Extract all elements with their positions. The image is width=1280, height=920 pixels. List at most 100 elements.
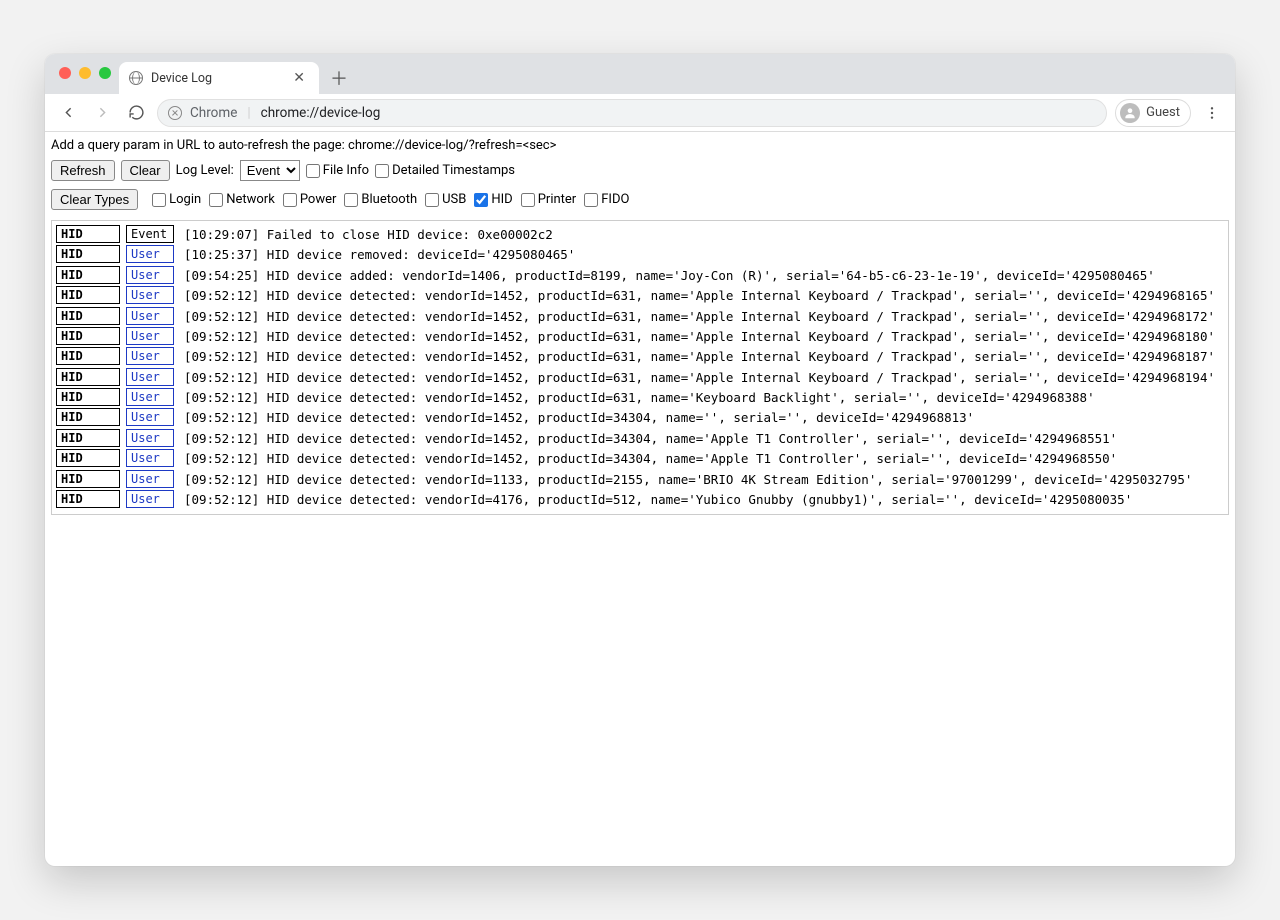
log-level-label: Log Level: xyxy=(176,163,234,178)
log-row: HID Event [10:29:07] Failed to close HID d… xyxy=(56,225,1224,244)
log-type-tag: HID xyxy=(56,470,120,488)
type-filter-usb[interactable]: USB xyxy=(425,192,466,207)
titlebar: Device Log ✕ ＋ xyxy=(45,54,1235,94)
chrome-menu-button[interactable] xyxy=(1199,100,1225,126)
file-info-checkbox[interactable]: File Info xyxy=(306,163,369,178)
type-filter-label: Login xyxy=(169,192,201,207)
log-message: [09:52:12] HID device detected: vendorId… xyxy=(184,327,1215,346)
url-divider: | xyxy=(247,105,250,121)
log-row: HIDUser[09:52:12] HID device detected: v… xyxy=(56,449,1224,468)
log-type-tag: HID xyxy=(56,429,120,447)
window-controls xyxy=(59,67,111,79)
log-row: HIDUser[09:52:12] HID device detected: v… xyxy=(56,347,1224,366)
log-row: HIDUser[09:52:12] HID device detected: v… xyxy=(56,388,1224,407)
minimize-window-button[interactable] xyxy=(79,67,91,79)
close-window-button[interactable] xyxy=(59,67,71,79)
log-row: HIDUser[09:52:12] HID device detected: v… xyxy=(56,307,1224,326)
profile-label: Guest xyxy=(1146,105,1180,120)
type-filter-input[interactable] xyxy=(425,193,439,207)
type-filter-bluetooth[interactable]: Bluetooth xyxy=(344,192,417,207)
log-type-tag: HID xyxy=(56,490,120,508)
type-filter-input[interactable] xyxy=(344,193,358,207)
type-filter-input[interactable] xyxy=(474,193,488,207)
log-type-tag: HID xyxy=(56,408,120,426)
tab-title: Device Log xyxy=(151,71,212,86)
type-filter-label: USB xyxy=(442,192,466,207)
detailed-timestamps-input[interactable] xyxy=(375,164,389,178)
reload-button[interactable] xyxy=(123,100,149,126)
log-row: HID User [09:52:12] HID device detected: v… xyxy=(56,327,1224,346)
file-info-input[interactable] xyxy=(306,164,320,178)
type-filter-label: FIDO xyxy=(601,192,629,207)
refresh-button[interactable]: Refresh xyxy=(51,160,115,181)
log-level-tag: User xyxy=(126,470,174,488)
log-level-select[interactable]: Event xyxy=(240,160,300,181)
log-table: HID Event [10:29:07] Failed to close HID d… xyxy=(51,220,1229,515)
log-level-tag: User xyxy=(126,429,174,447)
detailed-timestamps-checkbox[interactable]: Detailed Timestamps xyxy=(375,163,515,178)
page-content: Add a query param in URL to auto-refresh… xyxy=(45,132,1235,866)
log-level-tag: User xyxy=(126,245,174,263)
profile-button[interactable]: Guest xyxy=(1115,99,1191,127)
log-level-tag: User xyxy=(126,327,174,345)
type-filter-power[interactable]: Power xyxy=(283,192,337,207)
url-text: chrome://device-log xyxy=(261,105,381,121)
back-button[interactable] xyxy=(55,100,81,126)
type-filter-printer[interactable]: Printer xyxy=(521,192,577,207)
log-level-tag: User xyxy=(126,307,174,325)
log-message: [10:25:37] HID device removed: deviceId=… xyxy=(184,245,575,264)
log-row: HIDUser[09:52:12] HID device detected: v… xyxy=(56,286,1224,305)
type-filter-fido[interactable]: FIDO xyxy=(584,192,629,207)
log-message: [09:52:12] HID device detected: vendorId… xyxy=(184,408,974,427)
controls-row-2: Clear Types Login Network Power Bluetooth US… xyxy=(45,185,1235,214)
log-row: HIDUser[09:52:12] HID device detected: v… xyxy=(56,490,1224,509)
type-filter-hid[interactable]: HID xyxy=(474,192,512,207)
site-info-icon[interactable] xyxy=(168,106,182,120)
log-row: HID User [09:52:12] HID device detected: v… xyxy=(56,408,1224,427)
log-type-tag: HID xyxy=(56,327,120,345)
type-filter-input[interactable] xyxy=(283,193,297,207)
type-filter-input[interactable] xyxy=(152,193,166,207)
type-filter-login[interactable]: Login xyxy=(152,192,201,207)
type-filter-label: Printer xyxy=(538,192,577,207)
log-message: [09:52:12] HID device detected: vendorId… xyxy=(184,307,1215,326)
forward-button[interactable] xyxy=(89,100,115,126)
clear-button[interactable]: Clear xyxy=(121,160,170,181)
log-level-tag: User xyxy=(126,408,174,426)
address-bar[interactable]: Chrome | chrome://device-log xyxy=(157,99,1107,127)
type-filter-input[interactable] xyxy=(584,193,598,207)
log-type-tag: HID xyxy=(56,286,120,304)
log-level-tag: User xyxy=(126,368,174,386)
log-message: [09:52:12] HID device detected: vendorId… xyxy=(184,470,1192,489)
controls-row-1: Refresh Clear Log Level: Event File Info… xyxy=(45,156,1235,185)
tab-strip: Device Log ✕ ＋ xyxy=(119,54,353,94)
log-level-tag: User xyxy=(126,347,174,365)
log-message: [09:52:12] HID device detected: vendorId… xyxy=(184,429,1117,448)
maximize-window-button[interactable] xyxy=(99,67,111,79)
avatar-icon xyxy=(1120,103,1140,123)
log-message: [10:29:07] Failed to close HID device: 0… xyxy=(184,225,553,244)
type-filter-input[interactable] xyxy=(209,193,223,207)
browser-window: Device Log ✕ ＋ Chrome | chrome://device-… xyxy=(45,54,1235,866)
log-level-tag: User xyxy=(126,490,174,508)
log-type-tag: HID xyxy=(56,225,120,243)
type-filter-label: HID xyxy=(491,192,512,207)
close-tab-button[interactable]: ✕ xyxy=(289,69,309,87)
new-tab-button[interactable]: ＋ xyxy=(325,64,353,92)
log-row: HID User [09:52:12] HID device detected: v… xyxy=(56,470,1224,489)
log-type-tag: HID xyxy=(56,368,120,386)
clear-types-button[interactable]: Clear Types xyxy=(51,189,138,210)
type-filter-input[interactable] xyxy=(521,193,535,207)
type-filter-label: Bluetooth xyxy=(361,192,417,207)
log-level-tag: User xyxy=(126,449,174,467)
log-row: HIDUser[09:54:25] HID device added: vend… xyxy=(56,266,1224,285)
log-level-tag: User xyxy=(126,286,174,304)
browser-tab[interactable]: Device Log ✕ xyxy=(119,62,319,94)
globe-icon xyxy=(129,71,143,85)
type-filter-network[interactable]: Network xyxy=(209,192,275,207)
log-level-tag: Event xyxy=(126,225,174,243)
log-row: HID User [09:52:12] HID device detected: v… xyxy=(56,429,1224,448)
type-filters: Login Network Power Bluetooth USB HID Printer F… xyxy=(152,192,629,207)
log-message: [09:52:12] HID device detected: vendorId… xyxy=(184,388,1095,407)
log-type-tag: HID xyxy=(56,449,120,467)
